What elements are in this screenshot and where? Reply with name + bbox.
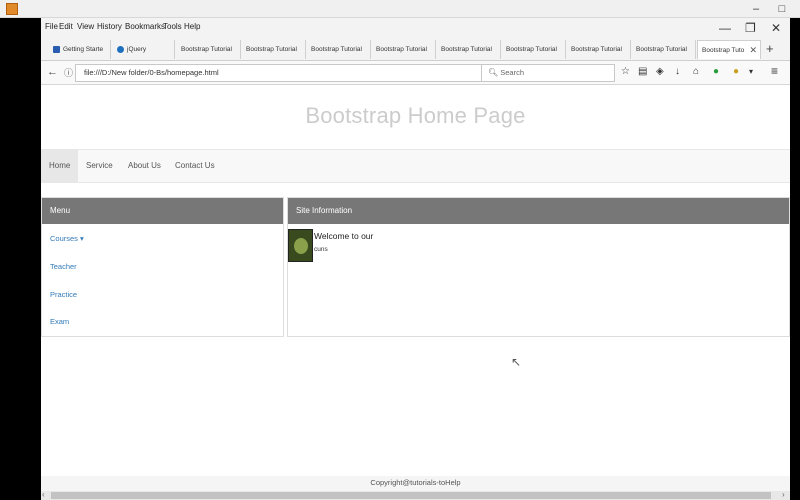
menu-panel-heading: Menu	[42, 198, 283, 224]
tab-bootstrap-tutorial[interactable]: Bootstrap Tutorial	[242, 40, 306, 59]
tab-label: Bootstrap Tutorial	[181, 46, 232, 53]
menu-history[interactable]: History	[97, 22, 122, 31]
browser-restore-button[interactable]: ❐	[745, 21, 756, 35]
tab-bootstrap-tutorial[interactable]: Bootstrap Tutorial	[372, 40, 436, 59]
tab-jquery[interactable]: jQuery	[113, 40, 175, 59]
tab-label: Bootstrap Tutorial	[376, 46, 427, 53]
nav-home[interactable]: Home	[41, 150, 79, 182]
url-bar[interactable]: ⓘ file:///D:/New folder/0-Bs/homepage.ht…	[64, 64, 512, 82]
welcome-subtext: cuns	[314, 246, 328, 253]
pocket-icon[interactable]: ◈	[656, 66, 664, 78]
bookmark-star-icon[interactable]: ☆	[621, 66, 630, 78]
extension-yellow-icon[interactable]: ●	[733, 66, 739, 78]
download-icon[interactable]: ↓	[675, 66, 680, 78]
menu-panel: Menu Courses ▾ Teacher Practice Exam	[41, 197, 284, 337]
screen: – □ File Edit View History Bookmarks Too…	[0, 0, 800, 500]
jumbotron: Bootstrap Home Page	[41, 85, 790, 149]
copyright-text: Copyright@tutorials-toHelp	[370, 478, 461, 487]
site-panel-heading: Site Information	[288, 198, 789, 224]
extension-green-icon[interactable]: ●	[713, 66, 719, 78]
menu-file[interactable]: File	[45, 22, 58, 31]
hamburger-menu-icon[interactable]: ≡	[771, 65, 778, 77]
site-information-panel: Site Information Welcome to our cuns	[287, 197, 790, 337]
main-navbar: Home Service About Us Contact Us	[41, 149, 790, 183]
new-tab-button[interactable]: +	[766, 41, 774, 56]
tab-getting-started[interactable]: Getting Starte	[49, 40, 111, 59]
browser-window: File Edit View History Bookmarks Tools H…	[41, 18, 790, 500]
horizontal-scrollbar[interactable]: ‹ ›	[41, 490, 790, 500]
app-icon	[6, 3, 18, 15]
menu-link-courses[interactable]: Courses ▾	[50, 234, 84, 243]
tab-bootstrap-tutorial[interactable]: Bootstrap Tutorial	[567, 40, 631, 59]
menu-tools[interactable]: Tools	[163, 22, 182, 31]
tab-label: jQuery	[127, 46, 147, 53]
home-icon[interactable]: ⌂	[693, 66, 699, 78]
tab-label: Bootstrap Tutorial	[506, 46, 557, 53]
browser-close-button[interactable]: ✕	[771, 21, 781, 35]
scrollbar-thumb[interactable]	[51, 492, 771, 499]
tab-bootstrap-tutorial[interactable]: Bootstrap Tutorial	[632, 40, 696, 59]
outer-window-titlebar: – □	[0, 0, 800, 18]
search-icon: 🔍︎	[488, 68, 499, 77]
info-icon[interactable]: ⓘ	[64, 65, 73, 81]
tab-favicon-icon	[117, 45, 124, 53]
browser-minimize-button[interactable]: —	[719, 21, 731, 35]
tab-bootstrap-tutorial[interactable]: Bootstrap Tutorial	[307, 40, 371, 59]
web-page: Bootstrap Home Page Home Service About U…	[41, 85, 790, 500]
search-input[interactable]: 🔍︎ Search	[481, 64, 615, 82]
minimize-button[interactable]: –	[746, 1, 766, 17]
menu-view[interactable]: View	[77, 22, 94, 31]
search-placeholder: Search	[500, 68, 525, 77]
menu-link-exam[interactable]: Exam	[50, 317, 69, 326]
nav-contact-us[interactable]: Contact Us	[167, 150, 223, 182]
tab-bootstrap-tutorial-active[interactable]: Bootstrap Tuto ✕	[697, 40, 761, 59]
tab-label: Bootstrap Tutorial	[441, 46, 492, 53]
nav-about-us[interactable]: About Us	[120, 150, 169, 182]
navigation-toolbar: ← ⓘ file:///D:/New folder/0-Bs/homepage.…	[41, 61, 790, 85]
scroll-left-arrow-icon[interactable]: ‹	[42, 490, 45, 499]
reading-list-icon[interactable]: ▤	[638, 66, 647, 78]
maximize-button[interactable]: □	[772, 1, 792, 17]
scroll-right-arrow-icon[interactable]: ›	[782, 490, 785, 499]
tab-close-icon[interactable]: ✕	[749, 41, 757, 59]
tab-label: Bootstrap Tutorial	[636, 46, 687, 53]
tab-label: Bootstrap Tuto	[702, 47, 745, 54]
url-text: file:///D:/New folder/0-Bs/homepage.html	[84, 68, 219, 77]
welcome-image	[288, 229, 313, 262]
page-title: Bootstrap Home Page	[305, 103, 526, 128]
tab-bootstrap-tutorial[interactable]: Bootstrap Tutorial	[177, 40, 241, 59]
tab-bootstrap-tutorial[interactable]: Bootstrap Tutorial	[437, 40, 501, 59]
menu-bookmarks[interactable]: Bookmarks	[125, 22, 165, 31]
nav-service[interactable]: Service	[78, 150, 121, 182]
tab-label: Bootstrap Tutorial	[246, 46, 297, 53]
welcome-title: Welcome to our	[314, 231, 374, 241]
menu-help[interactable]: Help	[184, 22, 200, 31]
mouse-cursor-icon: ↖	[511, 355, 522, 369]
menu-link-practice[interactable]: Practice	[50, 290, 77, 299]
extension-dropdown-icon[interactable]: ▾	[749, 66, 753, 78]
tab-bootstrap-tutorial[interactable]: Bootstrap Tutorial	[502, 40, 566, 59]
tab-label: Bootstrap Tutorial	[571, 46, 622, 53]
tab-bar: Getting Starte jQuery Bootstrap Tutorial…	[41, 38, 790, 61]
back-arrow-icon[interactable]: ←	[47, 66, 58, 78]
menu-bar: File Edit View History Bookmarks Tools H…	[41, 18, 790, 38]
tab-favicon-icon	[53, 45, 60, 53]
menu-edit[interactable]: Edit	[59, 22, 73, 31]
tab-label: Getting Starte	[63, 46, 104, 53]
tab-label: Bootstrap Tutorial	[311, 46, 362, 53]
menu-link-teacher[interactable]: Teacher	[50, 262, 77, 271]
